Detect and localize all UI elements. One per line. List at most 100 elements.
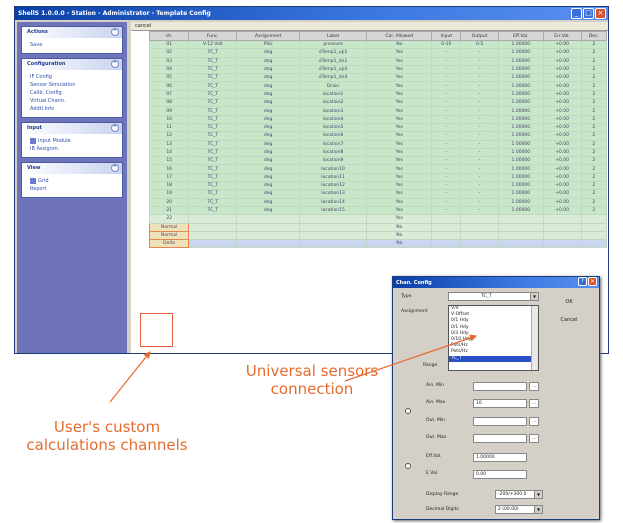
table-row[interactable]: 22 Yes	[148, 214, 608, 224]
field-picker-button[interactable]: …	[529, 382, 539, 391]
list-item[interactable]: TC_T	[449, 355, 538, 362]
field-picker-button[interactable]: …	[529, 434, 539, 443]
table-row[interactable]: 05 TC_T deg dTemp1_dn4 Yes - -1.00000 +0.00 2	[148, 73, 608, 83]
table-cell: -	[431, 172, 462, 183]
column-header[interactable]: Err.Val.	[542, 31, 582, 41]
table-row[interactable]: 03 TC_T deg dTemp1_dn1 Yes - -1.00000 +0.00 2	[148, 56, 608, 66]
close-icon[interactable]: ×	[588, 277, 597, 286]
type-select[interactable]: TC_T ▼	[448, 292, 539, 301]
maximize-icon[interactable]: □	[583, 8, 594, 19]
grid-icon	[30, 177, 36, 184]
column-header[interactable]: Output	[460, 31, 500, 41]
chevron-up-icon[interactable]: ^	[111, 124, 119, 132]
chevron-up-icon[interactable]: ^	[111, 164, 119, 172]
range-radio[interactable]	[405, 408, 411, 414]
sidebar-item-sensor-simulation[interactable]: Sensor Simulation	[30, 81, 117, 89]
field-picker-button[interactable]: …	[529, 417, 539, 426]
type-dropdown-list[interactable]: V/V V-Offset 0/1 Hdy 0/1 Hdy 0/3 Hdy 0/10 Hdy…	[448, 305, 539, 371]
panel-header-view[interactable]: View ^	[22, 163, 122, 174]
table-row[interactable]: 01 V-12 Volt PSU pressure No 0-10 0-5 1.00000 +0…	[148, 39, 608, 50]
custom-channel-row[interactable]: Normal No	[148, 222, 608, 232]
column-header[interactable]: Func.	[188, 31, 238, 41]
custom-channel-row[interactable]: Delta No	[148, 239, 608, 249]
close-icon[interactable]: ×	[595, 8, 606, 19]
table-cell: 14	[148, 147, 190, 158]
sidebar-item-calib-config[interactable]: Calib. Config	[30, 89, 117, 97]
table-cell: 2	[580, 197, 608, 207]
dialog-titlebar[interactable]: Chan. Config	[393, 277, 599, 288]
table-row[interactable]: 13 TC_T deg location7 Yes - -1.00000 +0.00 2	[148, 139, 608, 149]
table-cell: +0.00	[542, 39, 582, 50]
table-row[interactable]: 17 TC_T deg location11 Yes - -1.00000 +0.00 2	[148, 172, 608, 183]
display-range-select[interactable]: -200/+300.0 ▼	[495, 490, 543, 499]
value-radio[interactable]	[405, 463, 411, 469]
table-row[interactable]: 19 TC_T deg location13 Yes - -1.00000 +0.00 2	[148, 189, 608, 199]
table-cell: +0.00	[542, 106, 582, 116]
sidebar-item-report[interactable]: Report	[30, 185, 117, 193]
table-cell: Yes	[366, 131, 433, 141]
table-cell: 11	[148, 122, 190, 133]
decimal-digits-select[interactable]: 2 (00.00) ▼	[495, 505, 543, 514]
field-input[interactable]	[473, 417, 527, 426]
sidebar-item-virtual-chann[interactable]: Virtual Chann.	[30, 97, 117, 105]
table-row[interactable]: 09 TC_T deg location3 Yes - -1.00000 +0.00 2	[148, 106, 608, 116]
column-header[interactable]: Label	[298, 31, 368, 41]
cancel-button[interactable]: Cancel	[556, 315, 582, 326]
table-row[interactable]: 10 TC_T deg location4 Yes - -1.00000 +0.00 2	[148, 114, 608, 124]
table-row[interactable]: 16 TC_T deg location10 Yes - -1.00000 +0.00 2	[148, 164, 608, 174]
table-row[interactable]: 20 TC_T deg location14 Yes - -1.00000 +0.00 2	[148, 197, 608, 207]
column-header[interactable]: Cal. Allowed	[366, 31, 433, 41]
table-row[interactable]: 06 TC_T deg Drain Yes - -1.00000 +0.00 2	[148, 81, 608, 91]
sidebar-item-addtl-info[interactable]: Addtl.Info	[30, 105, 117, 113]
field-input[interactable]: 0.00	[473, 470, 527, 479]
chevron-up-icon[interactable]: ^	[111, 60, 119, 68]
table-row[interactable]: 12 TC_T deg location6 Yes - -1.00000 +0.00 2	[148, 131, 608, 141]
table-cell: location11	[298, 172, 368, 183]
sidebar-item-label: Grid	[38, 178, 49, 184]
column-header[interactable]: Eff.Val.	[498, 31, 544, 41]
panel-header-input[interactable]: Input ^	[22, 123, 122, 134]
table-cell: 1.00000	[498, 114, 544, 124]
table-cell: deg	[236, 56, 300, 66]
table-row[interactable]: 21 TC_T deg location15 Yes - -1.00000 +0.00 2	[148, 205, 608, 216]
help-icon[interactable]: ?	[578, 277, 587, 286]
column-header[interactable]: Assignment	[236, 31, 300, 41]
sidebar-item-save[interactable]: Save	[30, 41, 117, 49]
field-input[interactable]: 10	[473, 399, 527, 408]
cancel-link[interactable]: cancel	[135, 23, 151, 29]
column-header[interactable]: Dec.	[580, 31, 608, 41]
field-input[interactable]	[473, 434, 527, 443]
chevron-down-icon[interactable]: ▼	[530, 293, 538, 300]
panel-header-actions[interactable]: Actions ^	[22, 27, 122, 38]
window-titlebar[interactable]: ShellS 1.0.0.0 - Station - Administrator…	[15, 7, 608, 20]
sidebar-item-input-module[interactable]: Input Module	[30, 137, 117, 145]
table-row[interactable]: 08 TC_T deg location2 Yes - -1.00000 +0.00 2	[148, 98, 608, 108]
column-header[interactable]: Input	[431, 31, 462, 41]
table-cell: +0.00	[542, 189, 582, 199]
table-cell: -	[460, 106, 500, 116]
table-row[interactable]: 07 TC_T deg location1 Yes - -1.00000 +0.00 2	[148, 89, 608, 100]
chevron-up-icon[interactable]: ^	[111, 28, 119, 36]
table-row[interactable]: 04 TC_T deg dTemp1_up4 Yes - -1.00000 +0.00 2	[148, 64, 608, 75]
table-row[interactable]: 15 TC_T deg location9 Yes - -1.00000 +0.00 2	[148, 156, 608, 166]
custom-arrow	[109, 351, 151, 403]
list-scrollbar[interactable]	[531, 306, 538, 370]
sidebar-item-if-config[interactable]: IF Config	[30, 73, 117, 81]
table-row[interactable]: 18 TC_T deg location12 Yes - -1.00000 +0.00 2	[148, 181, 608, 191]
panel-header-configuration[interactable]: Configuration ^	[22, 59, 122, 70]
field-picker-button[interactable]: …	[529, 399, 539, 408]
sidebar-item-grid[interactable]: Grid	[30, 177, 117, 185]
ok-button[interactable]: OK	[556, 297, 582, 308]
minimize-icon[interactable]: _	[571, 8, 582, 19]
custom-channel-row[interactable]: Normal No	[148, 230, 608, 241]
table-row[interactable]: 14 TC_T deg location8 Yes - -1.00000 +0.00 2	[148, 147, 608, 158]
table-row[interactable]: 02 TC_T deg dTemp1_up1 Yes - -1.00000 +0.00 2	[148, 48, 608, 58]
field-input[interactable]	[473, 382, 527, 391]
chevron-down-icon[interactable]: ▼	[534, 491, 542, 498]
table-row[interactable]: 11 TC_T deg location5 Yes - -1.00000 +0.00 2	[148, 122, 608, 133]
field-input[interactable]: 1.00000	[473, 453, 527, 462]
chevron-down-icon[interactable]: ▼	[534, 506, 542, 513]
column-header[interactable]: ch.	[148, 31, 190, 41]
table-cell: 2	[580, 164, 608, 174]
sidebar-item-ib-assignm[interactable]: IB Assignm.	[30, 145, 117, 153]
